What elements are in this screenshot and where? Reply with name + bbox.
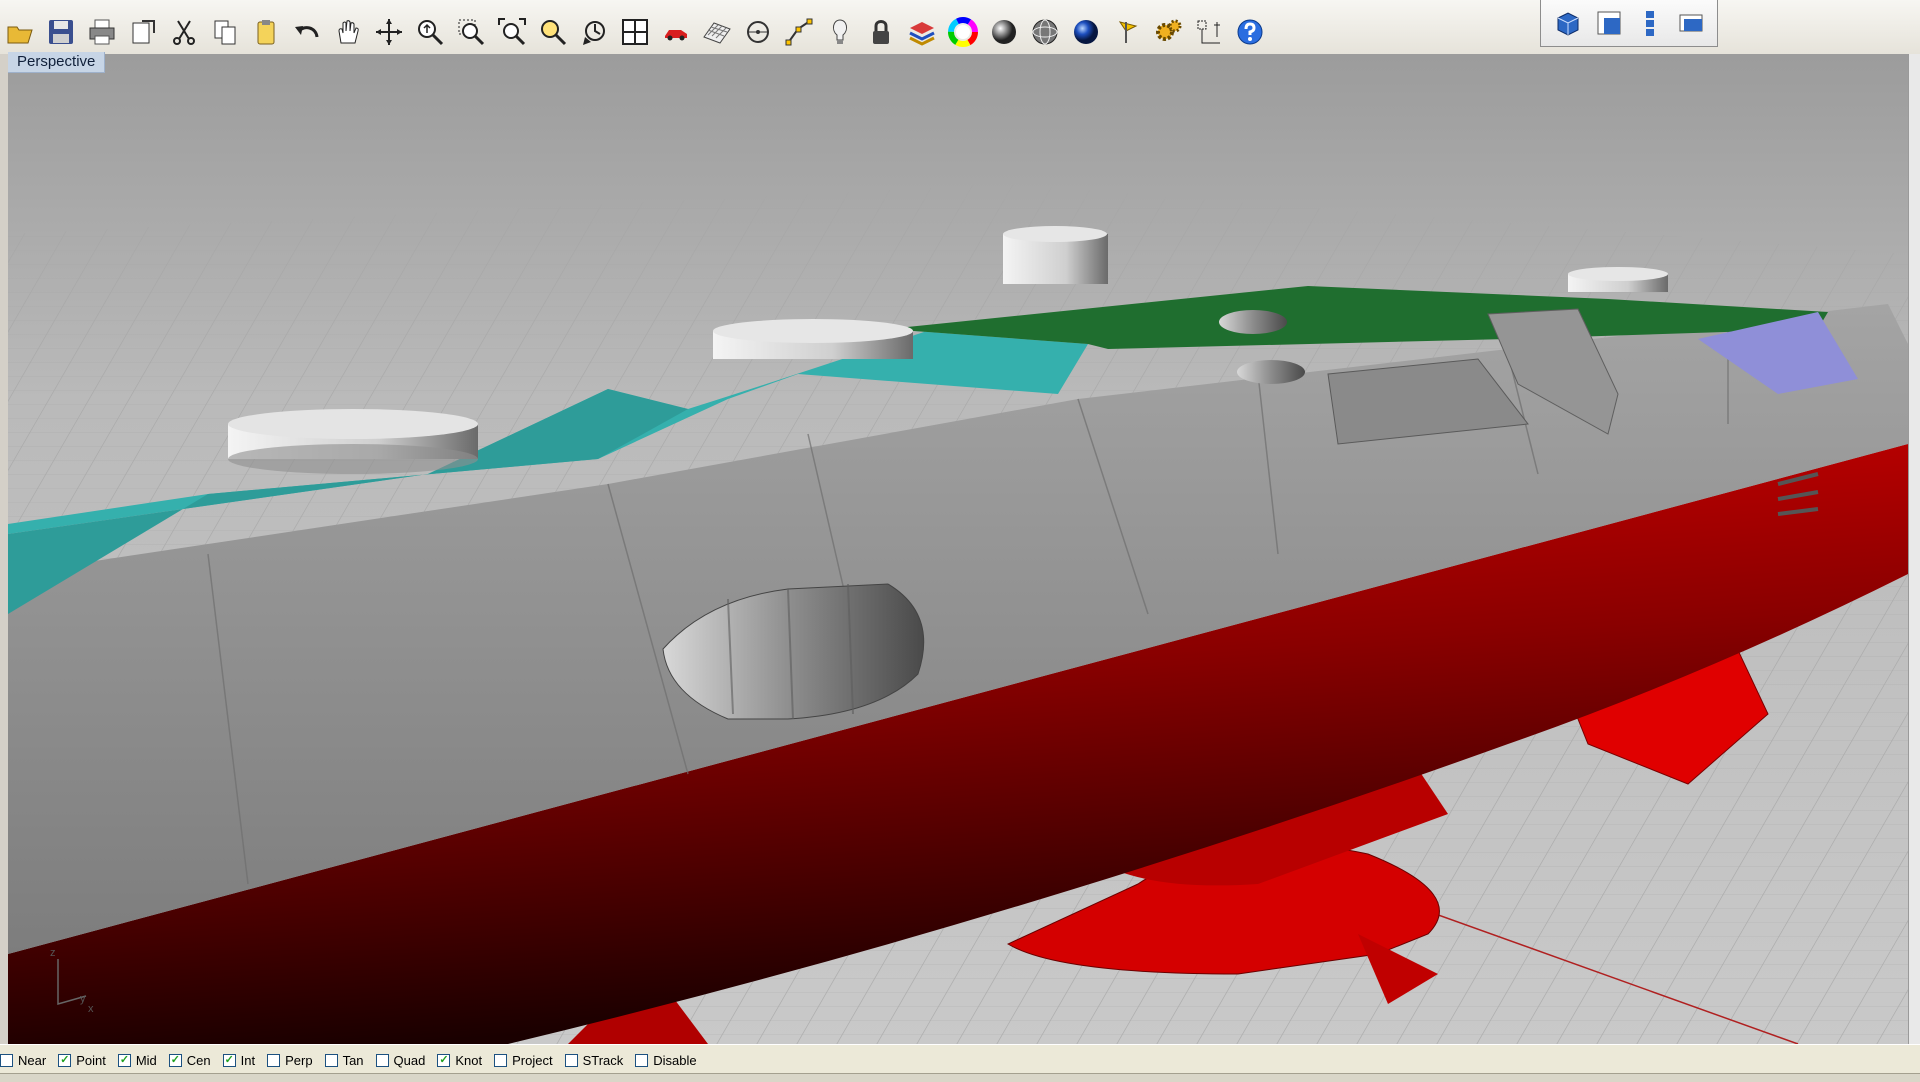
print-icon[interactable] xyxy=(82,12,122,52)
axis-label-x: x xyxy=(88,1003,94,1015)
osnap-checkbox[interactable] xyxy=(222,1053,236,1067)
right-view-icon[interactable] xyxy=(1673,5,1709,41)
perspective-viewport[interactable]: z y x xyxy=(8,54,1908,1045)
top-view-icon[interactable] xyxy=(1591,5,1627,41)
wire-sphere-icon[interactable] xyxy=(1025,12,1065,52)
osnap-label: STrack xyxy=(582,1052,624,1068)
zoom-window-icon[interactable] xyxy=(451,12,491,52)
osnap-cen[interactable]: Cen xyxy=(168,1052,211,1068)
paste-icon[interactable] xyxy=(246,12,286,52)
grid-icon[interactable] xyxy=(697,12,737,52)
hull-pod-small-1 xyxy=(1219,310,1287,334)
right-scroll-strip xyxy=(1908,54,1920,1044)
osnap-checkbox[interactable] xyxy=(375,1053,389,1067)
osnap-checkbox[interactable] xyxy=(58,1053,72,1067)
osnap-label: Point xyxy=(76,1052,106,1068)
osnap-label: Int xyxy=(240,1052,256,1068)
osnap-perp[interactable]: Perp xyxy=(267,1052,313,1068)
osnap-label: Cen xyxy=(186,1052,211,1068)
turret-3 xyxy=(1003,226,1108,284)
circle-osnap-icon[interactable] xyxy=(738,12,778,52)
undo-view-icon[interactable] xyxy=(574,12,614,52)
osnap-label: Tan xyxy=(342,1052,364,1068)
shaded-sphere-icon[interactable] xyxy=(984,12,1024,52)
osnap-point[interactable]: Point xyxy=(58,1053,106,1068)
osnap-label: Perp xyxy=(285,1052,313,1068)
axis-label-z: z xyxy=(50,947,56,959)
osnap-label: Knot xyxy=(455,1052,483,1068)
save-icon[interactable] xyxy=(41,12,81,52)
turret-1 xyxy=(228,409,478,474)
hull-pod-small-2 xyxy=(1237,360,1305,384)
zoom-extents-icon[interactable] xyxy=(492,12,532,52)
main-toolbar xyxy=(0,0,1920,55)
osnap-quad[interactable]: Quad xyxy=(375,1052,426,1068)
front-view-icon[interactable] xyxy=(1632,5,1668,41)
standard-toolbar xyxy=(0,9,1270,55)
osnap-row: Near Point Mid Cen Int Perp Tan Quad Knot Project… xyxy=(0,1049,709,1071)
osnap-checkbox[interactable] xyxy=(635,1053,649,1067)
undo-icon[interactable] xyxy=(287,12,327,52)
scene-render: z y x xyxy=(8,54,1908,1044)
osnap-int[interactable]: Int xyxy=(222,1052,256,1068)
help-icon[interactable] xyxy=(1230,12,1270,52)
osnap-disable[interactable]: Disable xyxy=(635,1052,697,1068)
osnap-label: Quad xyxy=(393,1052,426,1068)
light-icon[interactable] xyxy=(820,12,860,52)
layers-icon[interactable] xyxy=(902,12,942,52)
export-icon[interactable] xyxy=(123,12,163,52)
osnap-checkbox[interactable] xyxy=(437,1053,451,1067)
osnap-label: Project xyxy=(512,1052,553,1068)
osnap-checkbox[interactable] xyxy=(494,1053,508,1067)
osnap-checkbox[interactable] xyxy=(117,1053,131,1067)
viewport-title[interactable]: Perspective xyxy=(8,52,106,73)
osnap-strack[interactable]: STrack xyxy=(564,1052,624,1068)
turret-2 xyxy=(713,319,913,359)
osnap-checkbox[interactable] xyxy=(267,1053,281,1067)
cut-icon[interactable] xyxy=(164,12,204,52)
lock-icon[interactable] xyxy=(861,12,901,52)
open-icon[interactable] xyxy=(0,12,40,52)
osnap-project[interactable]: Project xyxy=(494,1052,553,1068)
osnap-mid[interactable]: Mid xyxy=(117,1052,157,1068)
status-lower xyxy=(0,1073,1920,1082)
dimension-icon[interactable] xyxy=(1189,12,1229,52)
osnap-near[interactable]: Near xyxy=(0,1053,46,1068)
osnap-knot[interactable]: Knot xyxy=(437,1053,482,1068)
points-icon[interactable] xyxy=(779,12,819,52)
copy-icon[interactable] xyxy=(205,12,245,52)
osnap-tan[interactable]: Tan xyxy=(324,1052,364,1068)
perspective-view-icon[interactable] xyxy=(1550,5,1586,41)
osnap-label: Disable xyxy=(653,1052,697,1068)
rotate-view-icon[interactable] xyxy=(369,12,409,52)
turret-4 xyxy=(1568,267,1668,292)
osnap-checkbox[interactable] xyxy=(324,1053,338,1067)
osnap-label: Mid xyxy=(135,1052,157,1068)
osnap-statusbar: Near Point Mid Cen Int Perp Tan Quad Knot Project… xyxy=(0,1044,1920,1082)
zoom-icon[interactable] xyxy=(410,12,450,52)
osnap-label: Near xyxy=(18,1052,47,1068)
pan-icon[interactable] xyxy=(328,12,368,52)
gear-icon[interactable] xyxy=(1148,12,1188,52)
car-icon[interactable] xyxy=(656,12,696,52)
render-sphere-icon[interactable] xyxy=(1066,12,1106,52)
flag-icon[interactable] xyxy=(1107,12,1147,52)
viewport-switcher xyxy=(1540,0,1718,47)
osnap-checkbox[interactable] xyxy=(564,1053,578,1067)
four-viewports-icon[interactable] xyxy=(615,12,655,52)
color-wheel-icon[interactable] xyxy=(943,12,983,52)
zoom-selected-icon[interactable] xyxy=(533,12,573,52)
osnap-checkbox[interactable] xyxy=(168,1053,182,1067)
axis-label-y: y xyxy=(80,993,86,1005)
osnap-checkbox[interactable] xyxy=(0,1053,13,1067)
